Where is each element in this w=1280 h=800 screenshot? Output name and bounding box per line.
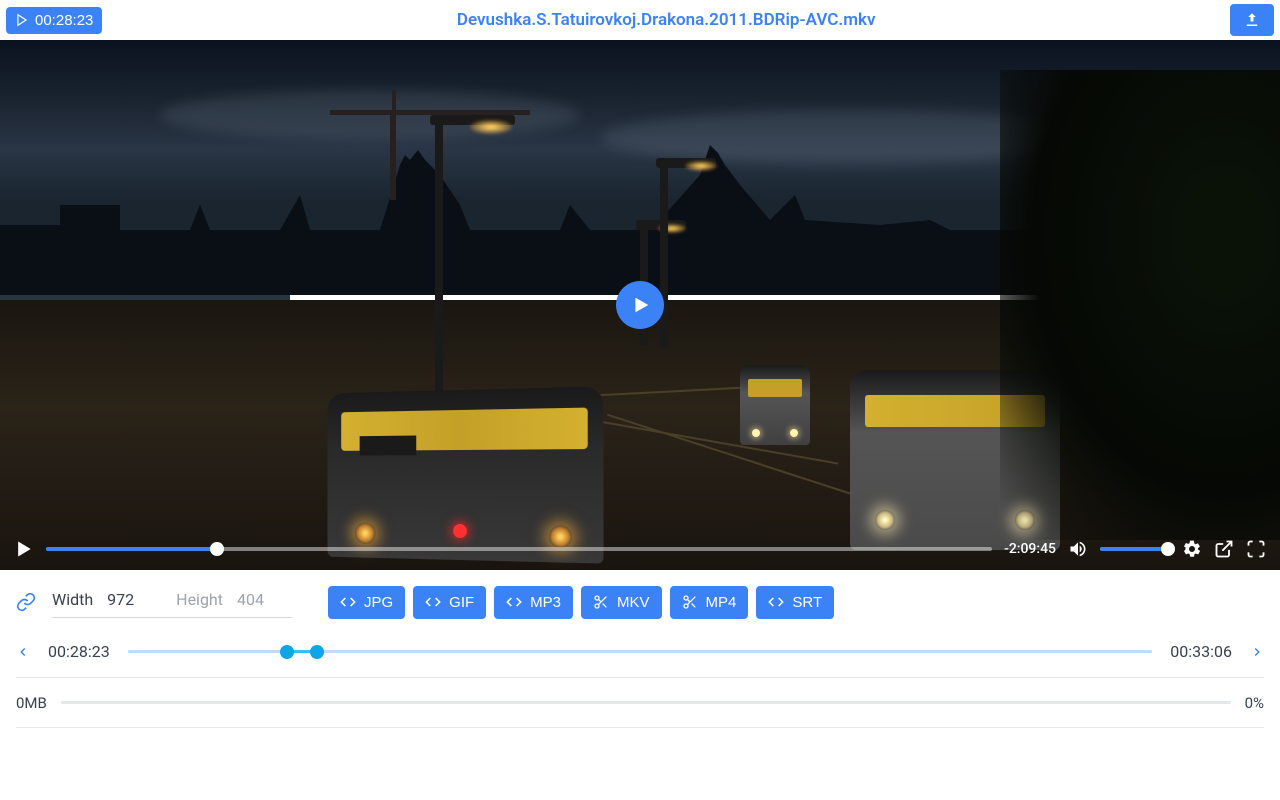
export-mkv-button[interactable]: MKV xyxy=(581,586,662,619)
code-icon xyxy=(768,594,784,610)
code-icon xyxy=(425,594,441,610)
big-play-button[interactable] xyxy=(616,281,664,329)
play-button[interactable] xyxy=(14,539,34,559)
range-prev-button[interactable] xyxy=(16,645,30,659)
link-icon xyxy=(16,592,36,612)
external-icon xyxy=(1214,539,1234,559)
editor-panel: Width Height JPG GIF MP3 MKV xyxy=(0,570,1280,728)
player-controls: -2:09:45 xyxy=(0,528,1280,570)
seek-bar[interactable] xyxy=(46,547,992,551)
scissors-icon xyxy=(593,594,609,610)
progress-bar xyxy=(61,701,1231,704)
width-input[interactable] xyxy=(107,590,162,609)
progress-percent: 0% xyxy=(1245,694,1264,712)
format-label: JPG xyxy=(364,594,393,611)
timestamp-button[interactable]: 00:28:23 xyxy=(6,7,102,34)
code-icon xyxy=(340,594,356,610)
play-outline-icon xyxy=(15,13,29,27)
fullscreen-button[interactable] xyxy=(1246,539,1266,559)
file-title: Devushka.S.Tatuirovkoj.Drakona.2011.BDRi… xyxy=(102,10,1230,30)
timestamp-button-label: 00:28:23 xyxy=(35,12,93,29)
upload-button[interactable] xyxy=(1230,4,1274,36)
range-start-time: 00:28:23 xyxy=(48,642,110,661)
range-end-time: 00:33:06 xyxy=(1170,642,1232,661)
export-gif-button[interactable]: GIF xyxy=(413,586,486,619)
export-mp3-button[interactable]: MP3 xyxy=(494,586,573,619)
range-slider[interactable] xyxy=(128,650,1153,653)
range-next-button[interactable] xyxy=(1250,645,1264,659)
time-remaining: -2:09:45 xyxy=(1004,541,1056,557)
volume-slider[interactable] xyxy=(1100,547,1170,551)
height-label: Height xyxy=(176,590,223,609)
play-icon xyxy=(14,539,34,559)
export-mp4-button[interactable]: MP4 xyxy=(670,586,749,619)
trim-range-row: 00:28:23 00:33:06 xyxy=(16,626,1264,678)
chevron-right-icon xyxy=(1250,645,1264,659)
progress-row: 0MB 0% xyxy=(16,678,1264,728)
pip-button[interactable] xyxy=(1214,539,1234,559)
format-label: GIF xyxy=(449,594,474,611)
volume-icon xyxy=(1068,539,1088,559)
volume-button[interactable] xyxy=(1068,539,1088,559)
progress-size: 0MB xyxy=(16,694,47,712)
header-bar: 00:28:23 Devushka.S.Tatuirovkoj.Drakona.… xyxy=(0,0,1280,40)
format-label: MP3 xyxy=(530,594,561,611)
format-label: MKV xyxy=(617,594,650,611)
fullscreen-icon xyxy=(1246,539,1266,559)
format-label: SRT xyxy=(792,594,822,611)
video-player[interactable]: -2:09:45 xyxy=(0,40,1280,570)
dimensions-row: Width Height JPG GIF MP3 MKV xyxy=(16,578,1264,626)
upload-icon xyxy=(1243,11,1261,29)
format-label: MP4 xyxy=(706,594,737,611)
code-icon xyxy=(506,594,522,610)
play-icon xyxy=(629,294,651,316)
dimension-inputs: Width Height xyxy=(52,586,292,618)
link-dimensions-button[interactable] xyxy=(16,592,36,612)
format-buttons: JPG GIF MP3 MKV MP4 SRT xyxy=(328,586,834,619)
gear-icon xyxy=(1182,539,1202,559)
width-label: Width xyxy=(52,590,93,609)
export-jpg-button[interactable]: JPG xyxy=(328,586,405,619)
scissors-icon xyxy=(682,594,698,610)
export-srt-button[interactable]: SRT xyxy=(756,586,834,619)
chevron-left-icon xyxy=(16,645,30,659)
settings-button[interactable] xyxy=(1182,539,1202,559)
height-input[interactable] xyxy=(237,590,292,609)
